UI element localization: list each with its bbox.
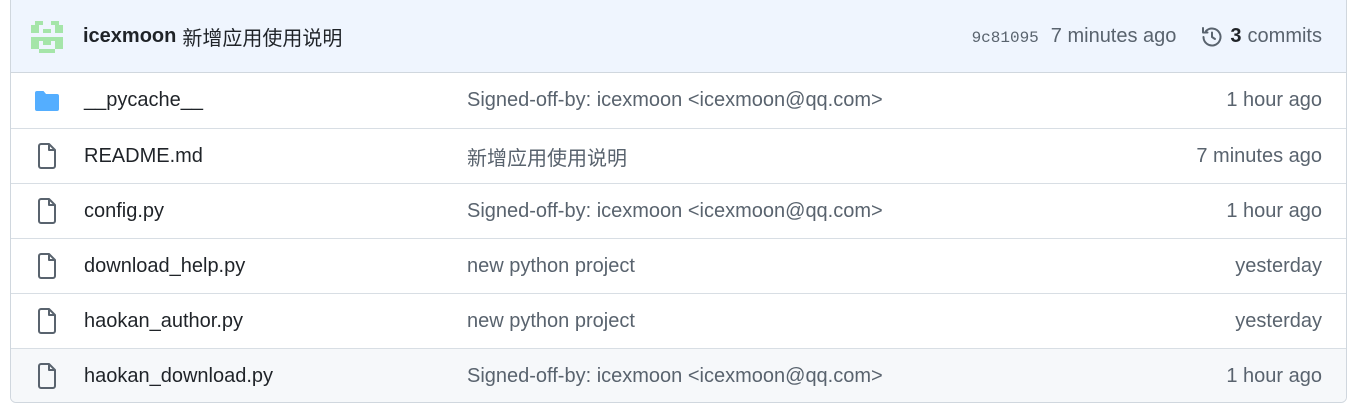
file-row[interactable]: haokan_download.py Signed-off-by: icexmo… xyxy=(11,348,1346,402)
commit-time: 7 minutes ago xyxy=(1050,25,1177,47)
file-commit-time: 1 hour ago xyxy=(1226,199,1322,222)
file-name-link[interactable]: download_help.py xyxy=(84,255,467,278)
file-commit-message-link[interactable]: Signed-off-by: icexmoon <icexmoon@qq.com… xyxy=(467,89,1226,112)
repo-file-browser: icexmoon 新增应用使用说明 9c81095 7 minutes ago … xyxy=(10,0,1347,403)
latest-commit-bar: icexmoon 新增应用使用说明 9c81095 7 minutes ago … xyxy=(11,0,1346,73)
commit-message-link[interactable]: 新增应用使用说明 xyxy=(182,22,342,51)
file-commit-message-link[interactable]: new python project xyxy=(467,255,1235,278)
folder-icon xyxy=(33,87,61,115)
file-name-link[interactable]: README.md xyxy=(84,145,467,168)
commit-count: 3 xyxy=(1230,25,1242,47)
file-row[interactable]: README.md 新增应用使用说明 7 minutes ago xyxy=(11,128,1346,183)
file-icon xyxy=(33,197,61,225)
file-row[interactable]: haokan_author.py new python project yest… xyxy=(11,293,1346,348)
file-row[interactable]: config.py Signed-off-by: icexmoon <icexm… xyxy=(11,183,1346,238)
file-icon xyxy=(33,252,61,280)
file-commit-time: yesterday xyxy=(1235,309,1322,332)
file-name-link[interactable]: config.py xyxy=(84,200,467,223)
file-row[interactable]: __pycache__ Signed-off-by: icexmoon <ice… xyxy=(11,73,1346,128)
file-commit-message-link[interactable]: Signed-off-by: icexmoon <icexmoon@qq.com… xyxy=(467,365,1226,388)
file-commit-time: 7 minutes ago xyxy=(1196,144,1322,167)
file-icon xyxy=(33,362,61,390)
file-commit-time: 1 hour ago xyxy=(1226,364,1322,387)
file-row[interactable]: download_help.py new python project yest… xyxy=(11,238,1346,293)
history-icon xyxy=(1200,25,1224,49)
file-icon xyxy=(33,307,61,335)
commit-sha-link[interactable]: 9c81095 xyxy=(972,29,1039,47)
file-name-link[interactable]: haokan_author.py xyxy=(84,310,467,333)
file-commit-time: yesterday xyxy=(1235,254,1322,277)
file-commit-message-link[interactable]: new python project xyxy=(467,310,1235,333)
file-list: __pycache__ Signed-off-by: icexmoon <ice… xyxy=(11,73,1346,402)
file-commit-message-link[interactable]: Signed-off-by: icexmoon <icexmoon@qq.com… xyxy=(467,200,1226,223)
commit-history-link[interactable]: 3 commits xyxy=(1200,25,1322,49)
avatar[interactable] xyxy=(31,20,63,53)
file-icon xyxy=(33,142,61,170)
commit-author-link[interactable]: icexmoon xyxy=(83,25,176,48)
file-name-link[interactable]: haokan_download.py xyxy=(84,365,467,388)
file-commit-message-link[interactable]: 新增应用使用说明 xyxy=(467,142,1196,171)
commits-label: commits xyxy=(1247,25,1322,47)
file-name-link[interactable]: __pycache__ xyxy=(84,89,467,112)
file-commit-time: 1 hour ago xyxy=(1226,89,1322,111)
